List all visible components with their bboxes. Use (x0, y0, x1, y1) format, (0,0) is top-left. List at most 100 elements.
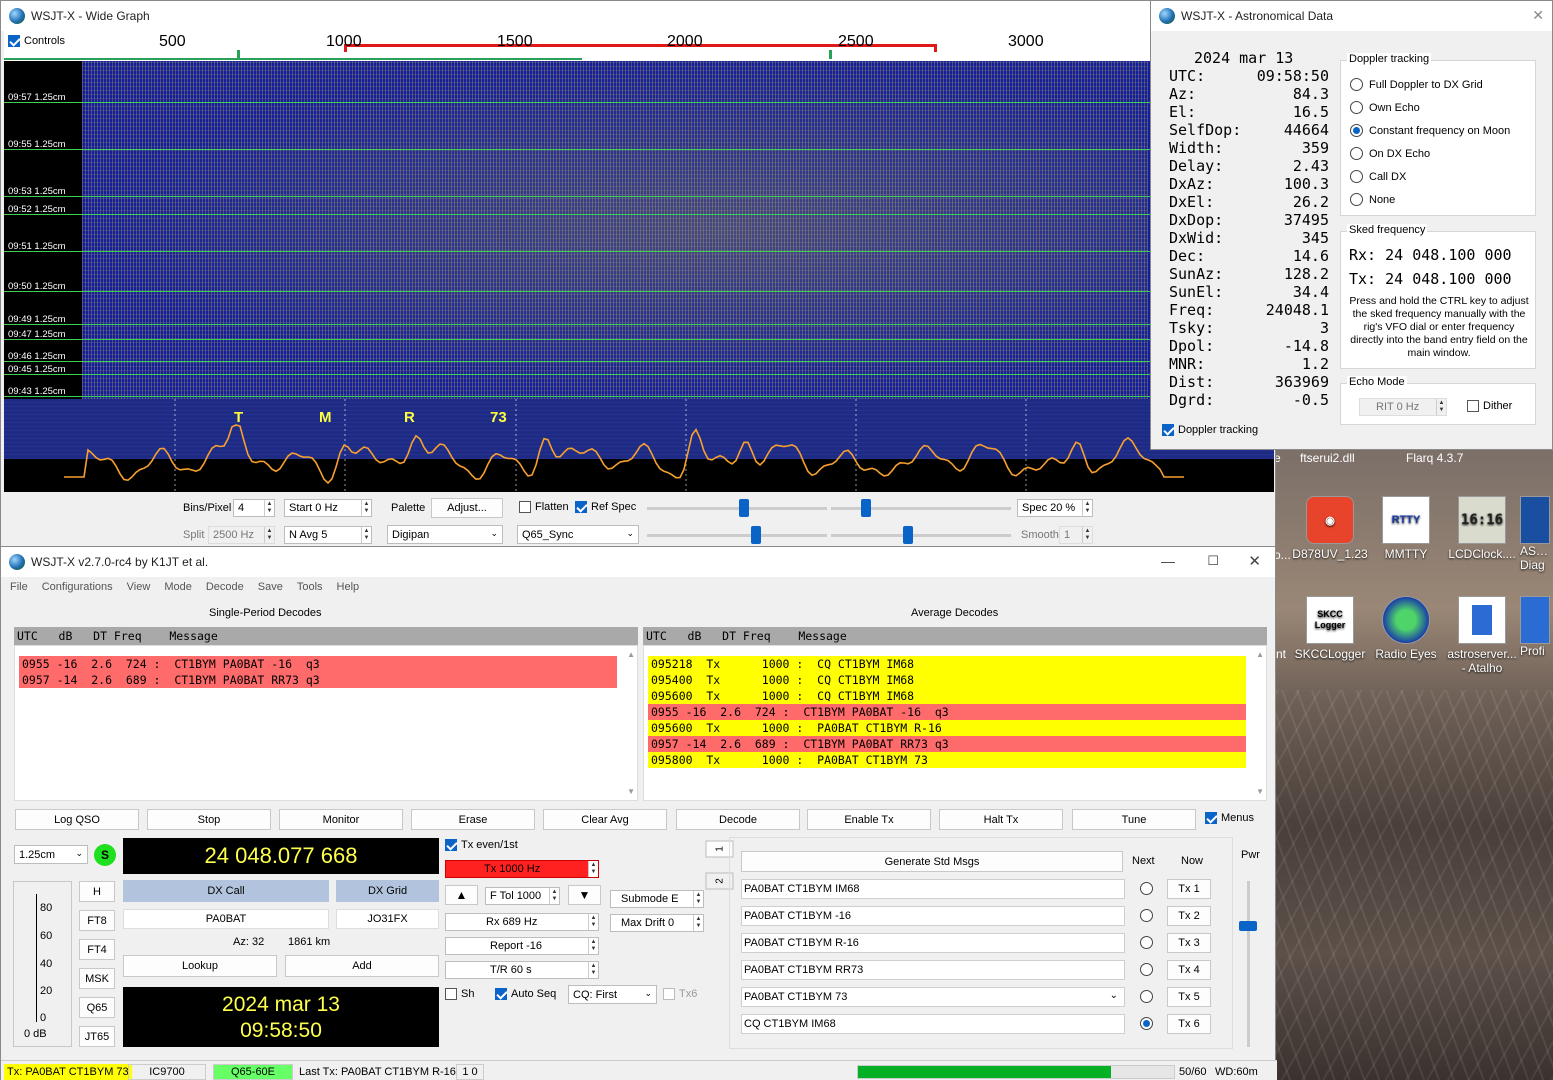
mode-q65-button[interactable]: Q65 (79, 997, 115, 1018)
tx-even-checkbox[interactable]: Tx even/1st (445, 839, 518, 852)
tx1-message-field[interactable]: PA0BAT CT1BYM IM68 (741, 879, 1125, 899)
tx2-next-radio[interactable] (1140, 909, 1153, 922)
desktop-icon-mmtty[interactable]: RTTY MMTTY (1366, 496, 1446, 561)
clear-avg-button[interactable]: Clear Avg (543, 809, 667, 830)
scroll-up-icon[interactable]: ▲ (1256, 650, 1264, 659)
tx2-message-field[interactable]: PA0BAT CT1BYM -16 (741, 906, 1125, 926)
flatten-checkbox[interactable]: Flatten (519, 501, 569, 514)
tx6-checkbox[interactable]: Tx6 (663, 988, 697, 1001)
menu-item[interactable]: Save (258, 577, 283, 597)
band-select[interactable]: 1.25cm ⌄ (14, 845, 88, 864)
desktop-file-ftserui2[interactable]: ftserui2.dll (1300, 451, 1355, 465)
decode-row[interactable]: 0955 -16 2.6 724 : CT1BYM PA0BAT -16 q3 (648, 704, 1246, 720)
decode-row[interactable]: 095218 Tx 1000 : CQ CT1BYM IM68 (648, 656, 1246, 672)
waterfall-display[interactable]: 09:57 1.25cm 09:55 1.25cm 09:53 1.25cm 09:5… (4, 61, 1150, 399)
doppler-option[interactable]: Constant frequency on Moon (1350, 124, 1530, 140)
mode-ft8-button[interactable]: FT8 (79, 910, 115, 931)
dither-checkbox[interactable]: Dither (1467, 400, 1512, 413)
navg-spinbox[interactable]: N Avg 5 ▲ ▼ (284, 526, 372, 544)
tx-to-rx-arrow-up-button[interactable]: ▲ (445, 885, 478, 905)
smooth-spinbox[interactable]: 1 ▲ ▼ (1059, 526, 1093, 544)
max-drift-spinbox[interactable]: Max Drift 0 ▲ ▼ (610, 914, 704, 932)
dx-grid-input[interactable]: JO31FX (336, 909, 439, 929)
doppler-option[interactable]: None (1350, 193, 1530, 209)
desktop-icon-lcdclock[interactable]: 16:16 LCDClock.... (1442, 496, 1522, 561)
desktop-icon-asc-diag[interactable]: AS… Diag (1520, 496, 1553, 572)
dx-call-input[interactable]: PA0BAT (123, 909, 329, 929)
maximize-icon[interactable]: ☐ (1207, 553, 1219, 569)
tx3-now-button[interactable]: Tx 3 (1167, 933, 1211, 953)
tx4-now-button[interactable]: Tx 4 (1167, 960, 1211, 980)
desktop-icon-astroserver[interactable]: astroserver... - Atalho (1442, 596, 1522, 675)
lookup-button[interactable]: Lookup (123, 955, 277, 977)
decode-row[interactable]: 0957 -14 2.6 689 : CT1BYM PA0BAT RR73 q3 (19, 672, 617, 688)
rit-spinbox[interactable]: RIT 0 Hz ▲ ▼ (1359, 398, 1447, 416)
doppler-tracking-checkbox[interactable]: Doppler tracking (1162, 424, 1258, 437)
tx5-next-radio[interactable] (1140, 990, 1153, 1003)
tx6-message-field[interactable]: CQ CT1BYM IM68 (741, 1014, 1125, 1034)
rx-frequency-spinbox[interactable]: Rx 689 Hz ▲ ▼ (445, 913, 599, 931)
tx3-next-radio[interactable] (1140, 936, 1153, 949)
doppler-option[interactable]: Call DX (1350, 170, 1530, 186)
add-button[interactable]: Add (285, 955, 439, 977)
split-spinbox[interactable]: 2500 Hz ▲ ▼ (208, 526, 275, 544)
start-freq-spinbox[interactable]: Start 0 Hz ▲ ▼ (284, 499, 372, 517)
decode-button[interactable]: Decode (676, 809, 800, 830)
tune-button[interactable]: Tune (1072, 809, 1196, 830)
tx5-message-field[interactable]: PA0BAT CT1BYM 73 ⌄ (741, 987, 1125, 1007)
tr-period-spinbox[interactable]: T/R 60 s ▲ ▼ (445, 961, 599, 979)
spec-zero-slider[interactable] (831, 526, 1011, 544)
dial-frequency-display[interactable]: 24 048.077 668 (123, 838, 439, 874)
desktop-icon-skcclogger[interactable]: SKCC Logger SKCCLogger (1290, 596, 1370, 661)
spec-gain-slider[interactable] (647, 526, 827, 544)
desktop-icon-profile[interactable]: Profi (1520, 596, 1553, 658)
mode-h-button[interactable]: H (79, 881, 115, 902)
desktop-icon-radio-eyes[interactable]: Radio Eyes (1366, 596, 1446, 661)
doppler-option[interactable]: Full Doppler to DX Grid (1350, 78, 1530, 94)
controls-checkbox[interactable]: Controls (8, 35, 65, 48)
tx3-message-field[interactable]: PA0BAT CT1BYM R-16 (741, 933, 1125, 953)
average-decodes[interactable]: 095218 Tx 1000 : CQ CT1BYM IM68 095400 Tx… (643, 645, 1267, 801)
decode-row[interactable]: 095600 Tx 1000 : CQ CT1BYM IM68 (648, 688, 1246, 704)
rx-to-tx-arrow-down-button[interactable]: ▼ (568, 885, 601, 905)
desktop-file-flarq[interactable]: Flarq 4.3.7 (1406, 451, 1463, 465)
tx4-next-radio[interactable] (1140, 963, 1153, 976)
report-spinbox[interactable]: Report -16 ▲ ▼ (445, 937, 599, 955)
mode-ft4-button[interactable]: FT4 (79, 939, 115, 960)
minimize-icon[interactable]: — (1161, 553, 1175, 569)
slider-handle[interactable] (1239, 921, 1257, 931)
slider-handle[interactable] (739, 499, 749, 517)
monitor-button[interactable]: Monitor (279, 809, 403, 830)
stop-button[interactable]: Stop (147, 809, 271, 830)
decode-row[interactable]: 095600 Tx 1000 : PA0BAT CT1BYM R-16 (648, 720, 1246, 736)
astro-titlebar[interactable]: WSJT-X - Astronomical Data ✕ (1151, 1, 1552, 31)
tx5-now-button[interactable]: Tx 5 (1167, 987, 1211, 1007)
wide-graph-titlebar[interactable]: WSJT-X - Wide Graph (1, 1, 1275, 31)
spec-percent-spinbox[interactable]: Spec 20 % ▲ ▼ (1017, 499, 1093, 517)
refspec-checkbox[interactable]: Ref Spec (575, 501, 636, 514)
tx6-now-button[interactable]: Tx 6 (1167, 1014, 1211, 1034)
submode-spinbox[interactable]: Submode E ▲ ▼ (610, 890, 704, 908)
slider-handle[interactable] (903, 526, 913, 544)
sh-checkbox[interactable]: Sh (445, 988, 474, 1001)
halt-tx-button[interactable]: Halt Tx (939, 809, 1063, 830)
doppler-option[interactable]: On DX Echo (1350, 147, 1530, 163)
doppler-option[interactable]: Own Echo (1350, 101, 1530, 117)
menu-item[interactable]: Configurations (42, 577, 113, 597)
decode-row[interactable]: 095800 Tx 1000 : PA0BAT CT1BYM 73 (648, 752, 1246, 768)
tx2-now-button[interactable]: Tx 2 (1167, 906, 1211, 926)
menus-checkbox[interactable]: Menus (1205, 812, 1254, 825)
bins-pixel-spinbox[interactable]: 4 ▲ ▼ (233, 499, 275, 517)
auto-seq-checkbox[interactable]: Auto Seq (495, 988, 556, 1001)
log-qso-button[interactable]: Log QSO (15, 809, 139, 830)
palette-select[interactable]: Digipan ⌄ (387, 525, 503, 544)
menu-item[interactable]: File (10, 577, 28, 597)
menu-item[interactable]: View (127, 577, 151, 597)
desktop-icon-d878uv[interactable]: ◉ D878UV_1.23 (1290, 496, 1370, 561)
close-icon[interactable]: ✕ (1532, 7, 1544, 24)
gain-slider[interactable] (647, 499, 827, 517)
decode-row[interactable]: 0955 -16 2.6 724 : CT1BYM PA0BAT -16 q3 (19, 656, 617, 672)
decode-row[interactable]: 095400 Tx 1000 : CQ CT1BYM IM68 (648, 672, 1246, 688)
single-period-decodes[interactable]: 0955 -16 2.6 724 : CT1BYM PA0BAT -16 q3 0… (14, 645, 638, 801)
spectrum-display[interactable]: T M R 73 (4, 399, 1274, 492)
